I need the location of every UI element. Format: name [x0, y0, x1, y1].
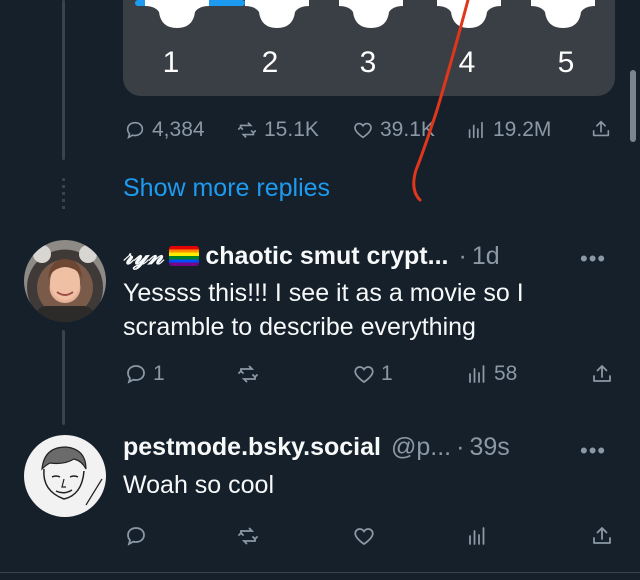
reply-icon — [127, 365, 145, 384]
avatar-ryn-photo — [33, 245, 97, 322]
views-icon — [469, 365, 485, 383]
reply1-text-line2: scramble to describe everything — [123, 313, 476, 341]
media-label-4: 4 — [458, 46, 476, 79]
post1-reply-count: 4,384 — [152, 118, 205, 141]
reply2-repost-button[interactable] — [236, 524, 260, 548]
avatar-pestmode[interactable] — [24, 435, 106, 517]
heart-icon — [354, 528, 374, 546]
views-icon — [468, 121, 483, 139]
reply1-reply-button[interactable]: 1 — [124, 362, 165, 386]
media-shape-2 — [245, 0, 309, 28]
share-icon — [593, 365, 611, 382]
avatar-ryn[interactable] — [24, 240, 106, 322]
reply2-text: Woah so cool — [123, 471, 275, 499]
heart-icon — [354, 366, 374, 384]
post1-like-count: 39.1K — [380, 118, 435, 141]
repost-icon — [238, 527, 258, 545]
reply1-timestamp[interactable]: 1d — [472, 242, 500, 271]
media-label-3: 3 — [359, 46, 377, 79]
reply1-reply-count: 1 — [153, 362, 165, 385]
reply2-separator: · — [456, 433, 465, 461]
reply1-views-button[interactable]: 58 — [465, 362, 517, 386]
reply2-reply-button[interactable] — [124, 524, 148, 548]
media-label-2: 2 — [261, 46, 279, 79]
reply1-repost-button[interactable] — [236, 362, 260, 386]
reply2-views-button[interactable] — [465, 524, 489, 548]
reply1-like-count: 1 — [381, 362, 393, 385]
thread-line-reply1 — [62, 330, 65, 425]
media-shape-5 — [531, 0, 595, 28]
reply1-share-button[interactable] — [590, 362, 614, 386]
avatar-pestmode-drawing — [41, 446, 103, 506]
scrollbar-thumb[interactable] — [630, 70, 636, 142]
media-label-1: 1 — [162, 46, 180, 79]
media-shape-1 — [145, 0, 209, 28]
reply2-header: pestmode.bsky.social @p... · 39s — [123, 433, 510, 462]
reply1-text: Yessss this!!! I see it as a movie so I … — [123, 276, 524, 344]
post1-repost-button[interactable]: 15.1K — [236, 118, 319, 142]
reply2-timestamp[interactable]: 39s — [469, 433, 509, 462]
share-icon — [593, 527, 611, 544]
share-icon — [592, 120, 610, 137]
thread-line-dotted — [62, 178, 65, 212]
reply1-display-name-script[interactable]: 𝓇𝓎𝓃 — [123, 241, 163, 271]
reply1-text-line1: Yessss this!!! I see it as a movie so I — [123, 279, 524, 307]
media-shape-3 — [339, 0, 403, 28]
thread-line-top — [62, 0, 65, 160]
reply1-header: 𝓇𝓎𝓃 chaotic smut crypt... · 1d — [123, 241, 500, 271]
reply2-handle[interactable]: @p... — [391, 433, 451, 462]
repost-icon — [238, 365, 258, 383]
reply1-more-dots-icon[interactable]: ••• — [580, 246, 606, 272]
media-shape-4 — [437, 0, 501, 28]
reply1-separator: · — [458, 242, 467, 270]
reply2-more-dots-icon[interactable]: ••• — [580, 438, 606, 464]
post1-like-button[interactable]: 39.1K — [352, 118, 435, 142]
post1-share-button[interactable] — [590, 118, 612, 140]
reply-icon — [126, 121, 144, 139]
reply1-display-name[interactable]: chaotic smut crypt... — [205, 242, 448, 271]
post1-repost-count: 15.1K — [264, 118, 319, 141]
reply2-share-button[interactable] — [590, 524, 614, 548]
reply2-like-button[interactable] — [352, 524, 376, 548]
rainbow-flag-icon — [169, 246, 200, 266]
show-more-replies-link[interactable]: Show more replies — [123, 174, 330, 203]
bottom-divider — [0, 572, 640, 573]
media-image[interactable]: 1 2 3 4 5 — [123, 0, 615, 96]
reply-icon — [127, 527, 145, 546]
heart-icon — [354, 122, 372, 139]
reply2-display-name[interactable]: pestmode.bsky.social — [123, 433, 381, 462]
reply1-like-button[interactable]: 1 — [352, 362, 393, 386]
media-label-5: 5 — [557, 46, 575, 79]
reply1-views-count: 58 — [494, 362, 518, 385]
repost-icon — [237, 122, 257, 138]
post1-views-count: 19.2M — [493, 118, 552, 141]
post1-reply-button[interactable]: 4,384 — [124, 118, 205, 142]
post1-views-button[interactable]: 19.2M — [465, 118, 551, 142]
views-icon — [469, 527, 485, 545]
